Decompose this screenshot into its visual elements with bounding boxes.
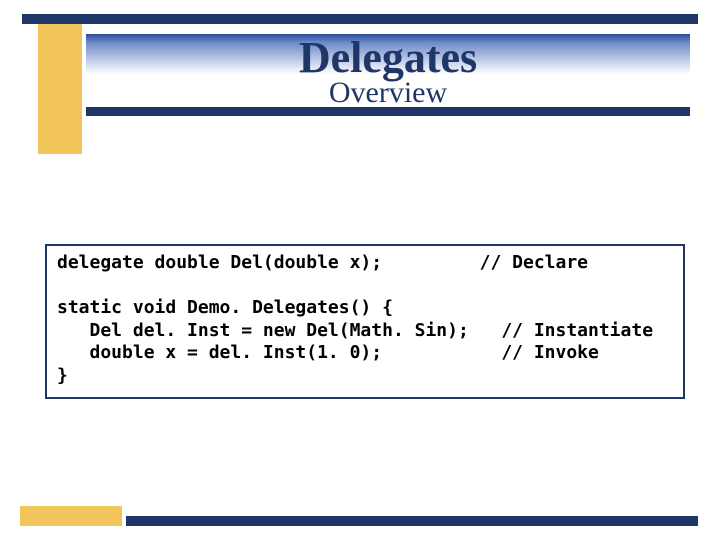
top-rule [22, 14, 698, 24]
bottom-rule [126, 516, 698, 526]
title-block: Delegates Overview [86, 34, 690, 116]
code-line-6: } [57, 365, 68, 386]
code-line-5: double x = del. Inst(1. 0); // Invoke [57, 342, 599, 363]
code-box: delegate double Del(double x); // Declar… [45, 244, 685, 399]
gold-accent-top [38, 24, 82, 154]
slide-subtitle: Overview [86, 78, 690, 108]
code-line-3: static void Demo. Delegates() { [57, 297, 393, 318]
code-line-4: Del del. Inst = new Del(Math. Sin); // I… [57, 320, 653, 341]
code-line-1: delegate double Del(double x); // Declar… [57, 252, 588, 273]
gold-accent-bottom [20, 506, 122, 526]
slide-title: Delegates [86, 34, 690, 80]
